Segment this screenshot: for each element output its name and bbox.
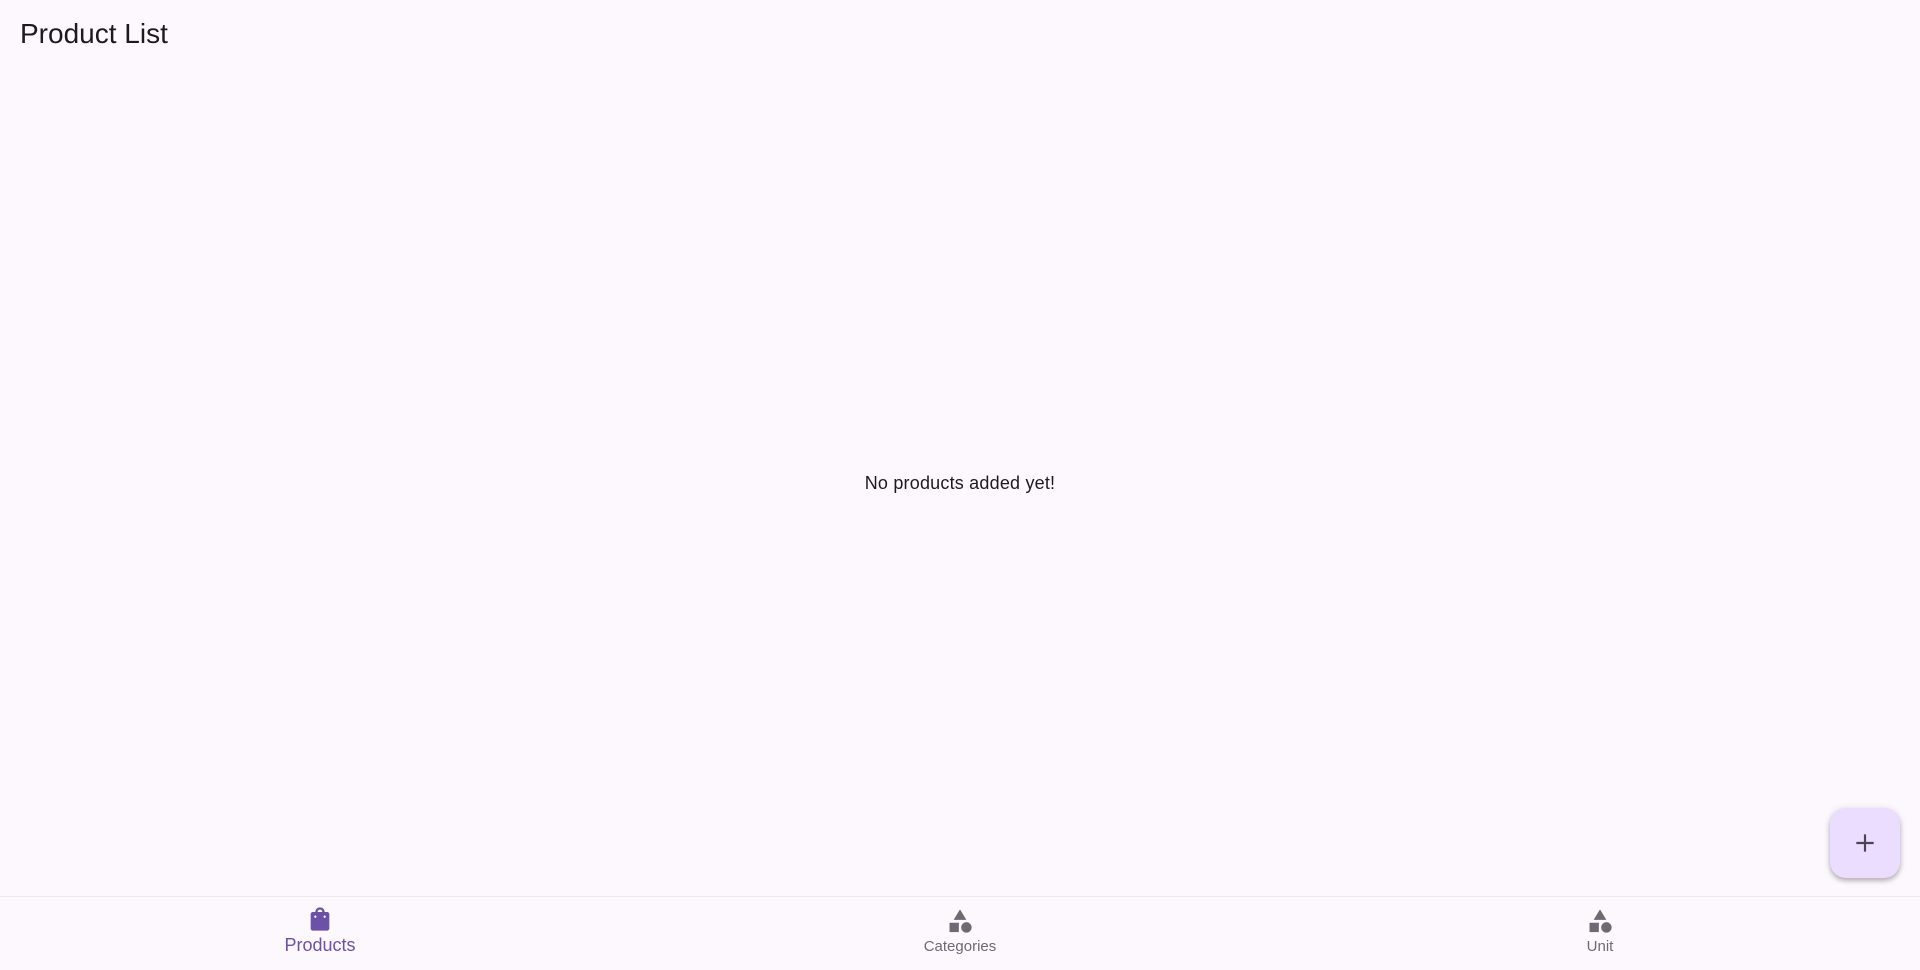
add-icon (1856, 834, 1874, 852)
nav-item-label: Unit (1586, 938, 1614, 955)
add-product-button[interactable] (1830, 808, 1900, 878)
category-shapes-icon (946, 907, 974, 935)
app-bar: Product List (0, 0, 1920, 70)
nav-item-label: Products (284, 935, 356, 955)
app-window: Product List No products added yet! Prod… (0, 0, 1920, 970)
category-shapes-icon (1586, 907, 1614, 935)
nav-item-categories[interactable]: Categories (640, 897, 1280, 970)
shopping-bag-icon (306, 905, 334, 933)
nav-item-unit[interactable]: Unit (1280, 897, 1920, 970)
main-content: No products added yet! (0, 70, 1920, 896)
empty-state-message: No products added yet! (864, 473, 1056, 493)
page-title: Product List (20, 18, 168, 49)
nav-item-label: Categories (923, 938, 997, 955)
bottom-navigation-bar: Products Categories Unit (0, 896, 1920, 970)
nav-item-products[interactable]: Products (0, 897, 640, 970)
